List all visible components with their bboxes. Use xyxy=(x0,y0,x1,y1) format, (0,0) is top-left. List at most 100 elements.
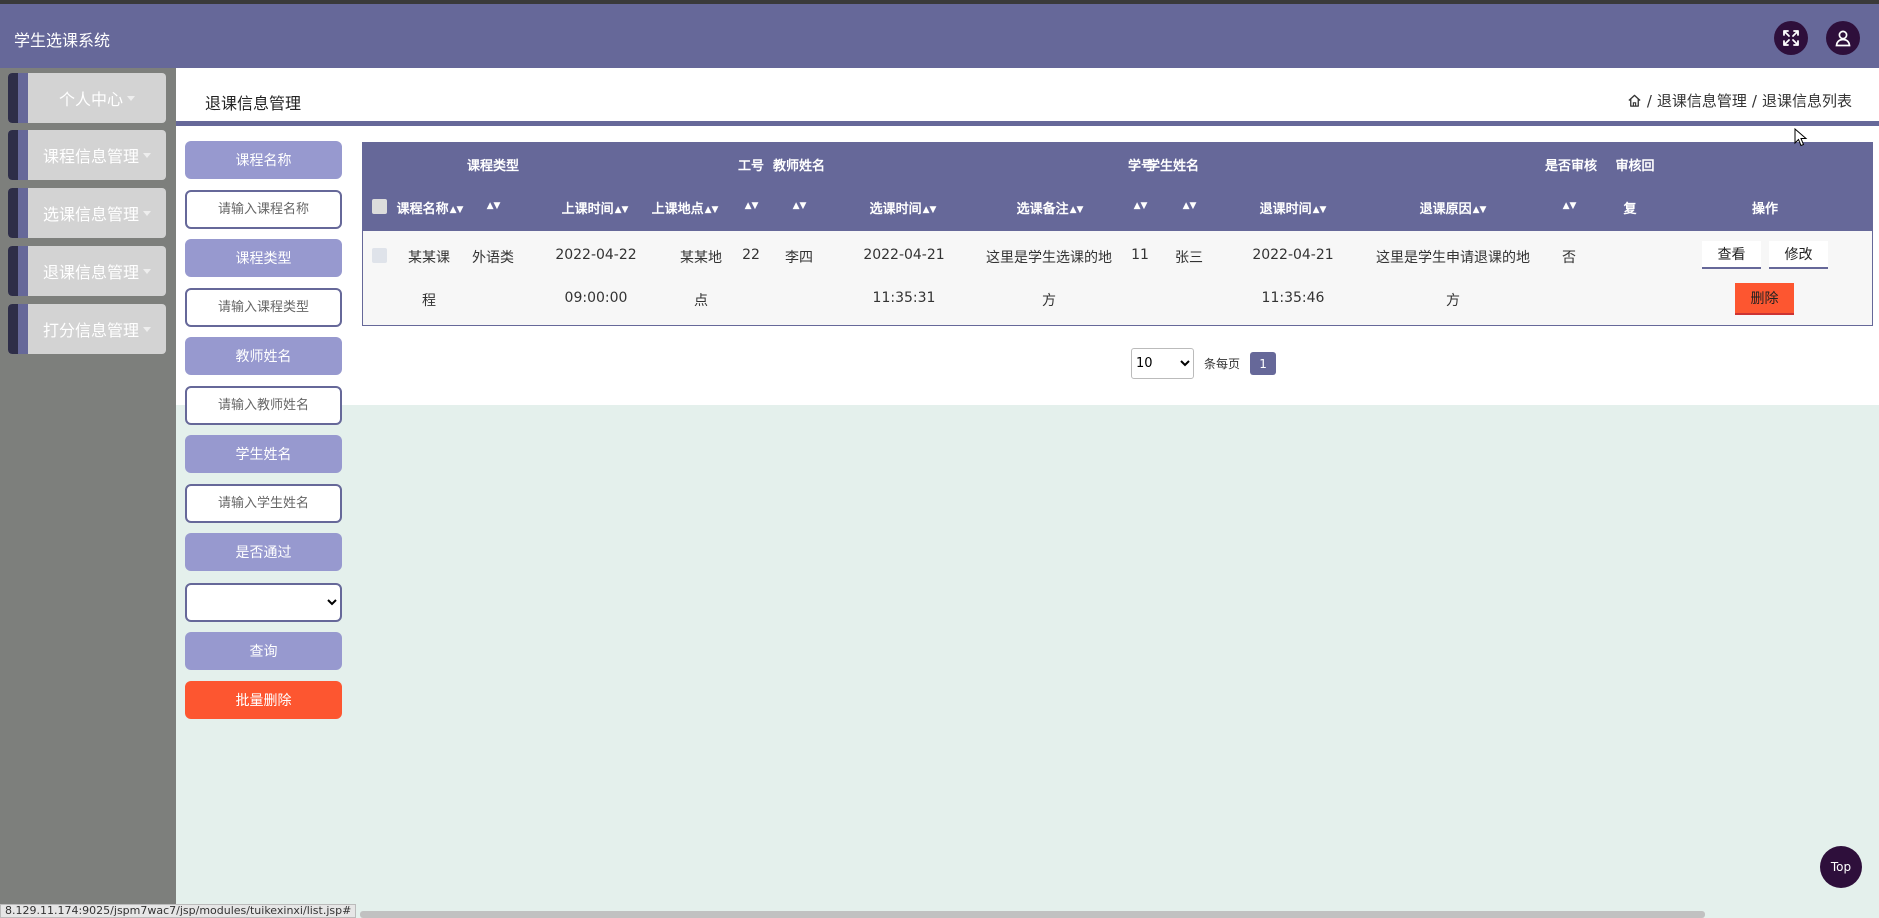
page-button-current[interactable]: 1 xyxy=(1250,352,1277,375)
batch-delete-button[interactable]: 批量删除 xyxy=(185,681,342,719)
sort-icon: ▲▼ xyxy=(1312,204,1327,215)
sidebar-item-accent xyxy=(18,130,28,180)
sort-icon: ▲▼ xyxy=(1182,200,1197,211)
table-header: 课程类型 工号 教师姓名 学号 学生姓名 是否审核 审核回 课程名称▲▼ ▲▼ … xyxy=(363,143,1872,231)
sort-icon: ▲▼ xyxy=(744,200,759,211)
caret-down-icon xyxy=(143,326,151,332)
cell-withdraw-time-cont: 11:35:46 xyxy=(1261,290,1325,306)
passed-select[interactable] xyxy=(185,583,342,622)
page-title-bar: 退课信息管理 / 退课信息管理 / 退课信息列表 xyxy=(176,68,1879,126)
sidebar-item-accent xyxy=(18,73,28,123)
sidebar-item-accent xyxy=(8,304,18,354)
cell-withdraw-reason-cont: 方 xyxy=(1446,293,1460,309)
sidebar-item-label: 课程信息管理 xyxy=(28,130,166,180)
view-button[interactable]: 查看 xyxy=(1702,241,1761,269)
sidebar-item-accent xyxy=(18,304,28,354)
header-course-name[interactable]: 课程名称▲▼ xyxy=(397,198,464,217)
pagination: 10 条每页 1 xyxy=(1131,348,1277,379)
cell-student-no: 11 xyxy=(1131,247,1149,263)
back-to-top-button[interactable]: Top xyxy=(1820,846,1862,888)
cell-select-note: 这里是学生选课的地 xyxy=(986,250,1112,266)
cell-select-time: 2022-04-21 xyxy=(863,247,945,263)
sidebar-item-accent xyxy=(8,130,18,180)
header-withdraw-time[interactable]: 退课时间▲▼ xyxy=(1260,198,1327,217)
breadcrumb-level2: 退课信息列表 xyxy=(1761,92,1852,110)
header-text: 退课原因 xyxy=(1419,202,1472,217)
cell-select-note-cont: 方 xyxy=(1042,293,1056,309)
header-course-type: 课程类型 xyxy=(466,159,520,174)
edit-button[interactable]: 修改 xyxy=(1769,241,1828,269)
home-icon[interactable] xyxy=(1627,93,1642,108)
sort-student-no[interactable]: ▲▼ xyxy=(1133,198,1148,213)
teacher-name-input[interactable] xyxy=(185,386,342,425)
sort-teacher-name[interactable]: ▲▼ xyxy=(792,198,807,213)
sort-icon: ▲▼ xyxy=(1069,204,1084,215)
course-type-input[interactable] xyxy=(185,288,342,327)
page-size-select[interactable]: 10 xyxy=(1131,348,1194,379)
query-button[interactable]: 查询 xyxy=(185,632,342,670)
per-page-label: 条每页 xyxy=(1204,357,1241,371)
top-header: 学生选课系统 xyxy=(0,4,1879,68)
breadcrumb-level1[interactable]: 退课信息管理 xyxy=(1657,90,1747,111)
horizontal-scrollbar[interactable] xyxy=(360,911,1705,918)
student-name-input[interactable] xyxy=(185,484,342,523)
sidebar-item-accent xyxy=(8,73,18,123)
header-select-time[interactable]: 选课时间▲▼ xyxy=(870,198,937,217)
user-menu-button[interactable] xyxy=(1826,21,1860,55)
fullscreen-button[interactable] xyxy=(1774,21,1808,55)
sort-student-name[interactable]: ▲▼ xyxy=(1182,198,1197,213)
caret-down-icon xyxy=(143,152,151,158)
course-name-label: 课程名称 xyxy=(185,141,342,179)
course-type-label: 课程类型 xyxy=(185,239,342,277)
sidebar-item-personal-center[interactable]: 个人中心 xyxy=(8,73,166,123)
header-review-reply-tail: 复 xyxy=(1623,202,1637,217)
header-is-reviewed: 是否审核 xyxy=(1544,159,1598,174)
mouse-cursor-icon xyxy=(1794,128,1808,147)
student-name-label: 学生姓名 xyxy=(185,435,342,473)
cell-class-time-cont: 09:00:00 xyxy=(564,290,628,306)
cell-course-name-cont: 程 xyxy=(422,293,436,309)
caret-down-icon xyxy=(127,95,135,101)
sidebar-item-accent xyxy=(8,188,18,238)
cell-teacher-name: 李四 xyxy=(785,250,813,266)
header-class-place[interactable]: 上课地点▲▼ xyxy=(652,198,719,217)
header-teacher-name: 教师姓名 xyxy=(772,159,826,174)
sort-course-type[interactable]: ▲▼ xyxy=(486,198,501,213)
header-review-reply: 审核回 xyxy=(1615,159,1655,174)
sort-teacher-no[interactable]: ▲▼ xyxy=(744,198,759,213)
sidebar-item-text: 选课信息管理 xyxy=(42,205,139,224)
header-text: 课程名称 xyxy=(396,202,449,217)
status-bar-url: 8.129.11.174:9025/jspm7wac7/jsp/modules/… xyxy=(0,904,357,918)
sort-icon: ▲▼ xyxy=(1562,200,1577,211)
sidebar-item-selection-info[interactable]: 选课信息管理 xyxy=(8,188,166,238)
sidebar-item-text: 退课信息管理 xyxy=(42,263,139,282)
sidebar-item-course-info[interactable]: 课程信息管理 xyxy=(8,130,166,180)
sort-icon: ▲▼ xyxy=(486,200,501,211)
caret-down-icon xyxy=(143,210,151,216)
caret-down-icon xyxy=(143,268,151,274)
header-teacher-no: 工号 xyxy=(737,159,765,174)
header-class-time[interactable]: 上课时间▲▼ xyxy=(562,198,629,217)
cell-class-time: 2022-04-22 xyxy=(555,247,637,263)
select-all-checkbox[interactable] xyxy=(372,199,387,214)
row-checkbox[interactable] xyxy=(372,248,387,263)
sidebar-item-grading-info[interactable]: 打分信息管理 xyxy=(8,304,166,354)
sidebar-item-text: 课程信息管理 xyxy=(42,147,139,166)
breadcrumb-separator: / xyxy=(1751,91,1757,110)
header-text: 退课时间 xyxy=(1259,202,1312,217)
sort-icon: ▲▼ xyxy=(1472,204,1487,215)
course-name-input[interactable] xyxy=(185,190,342,229)
sidebar-item-text: 个人中心 xyxy=(58,90,123,109)
cell-student-name: 张三 xyxy=(1175,250,1203,266)
sidebar-item-accent xyxy=(8,246,18,296)
cell-course-name: 某某课 xyxy=(408,250,450,266)
breadcrumb-separator: / xyxy=(1646,91,1652,110)
header-withdraw-reason[interactable]: 退课原因▲▼ xyxy=(1420,198,1487,217)
sidebar-item-label: 选课信息管理 xyxy=(28,188,166,238)
header-select-note[interactable]: 选课备注▲▼ xyxy=(1017,198,1084,217)
cell-withdraw-time: 2022-04-21 xyxy=(1252,247,1334,263)
cell-is-reviewed: 否 xyxy=(1562,250,1576,266)
sidebar-item-withdraw-info[interactable]: 退课信息管理 xyxy=(8,246,166,296)
delete-button[interactable]: 删除 xyxy=(1735,283,1794,315)
sort-is-reviewed[interactable]: ▲▼ xyxy=(1562,198,1577,213)
